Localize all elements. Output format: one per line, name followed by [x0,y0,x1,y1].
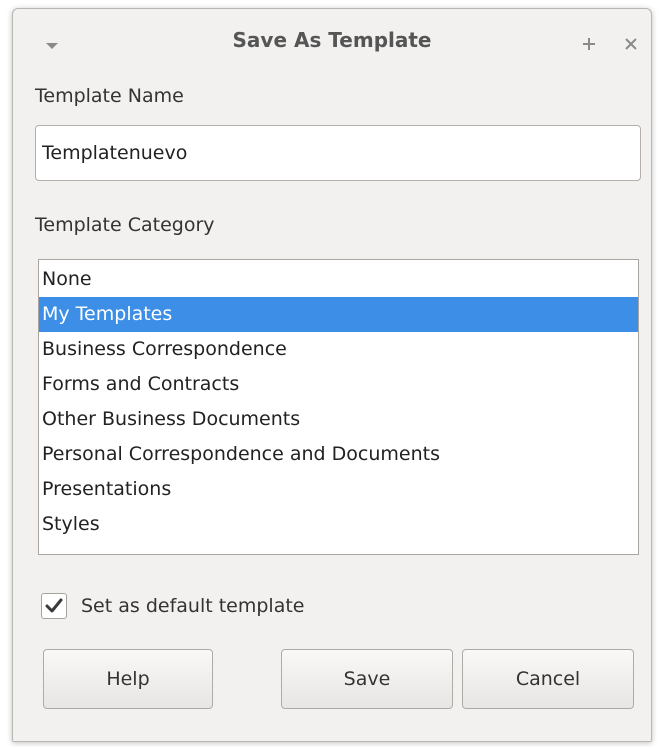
title-bar: Save As Template [13,9,651,71]
default-template-checkbox[interactable] [41,593,67,619]
save-button[interactable]: Save [281,649,453,709]
category-list-item[interactable]: Styles [39,507,638,542]
category-list-item[interactable]: My Templates [39,297,638,332]
checkmark-icon [45,598,63,613]
default-template-option[interactable]: Set as default template [41,591,304,621]
template-category-list[interactable]: None My Templates Business Correspondence F… [38,259,639,555]
cancel-button[interactable]: Cancel [462,649,634,709]
close-icon [625,38,637,50]
save-as-template-dialog: Save As Template Template Name Template … [12,8,652,742]
category-list-item[interactable]: Presentations [39,472,638,507]
category-list-item[interactable]: Personal Correspondence and Documents [39,437,638,472]
dialog-title: Save As Template [232,28,432,52]
category-list-item[interactable]: Business Correspondence [39,332,638,367]
category-list-item[interactable]: Other Business Documents [39,402,638,437]
template-name-label: Template Name [35,85,184,107]
help-button[interactable]: Help [43,649,213,709]
template-category-label: Template Category [35,214,215,236]
close-button[interactable] [618,31,644,57]
category-list-item[interactable]: Forms and Contracts [39,367,638,402]
maximize-button[interactable] [576,31,602,57]
category-list-item[interactable]: None [39,262,638,297]
default-template-label: Set as default template [81,595,305,617]
plus-icon [583,38,595,50]
template-name-input[interactable] [35,125,641,181]
